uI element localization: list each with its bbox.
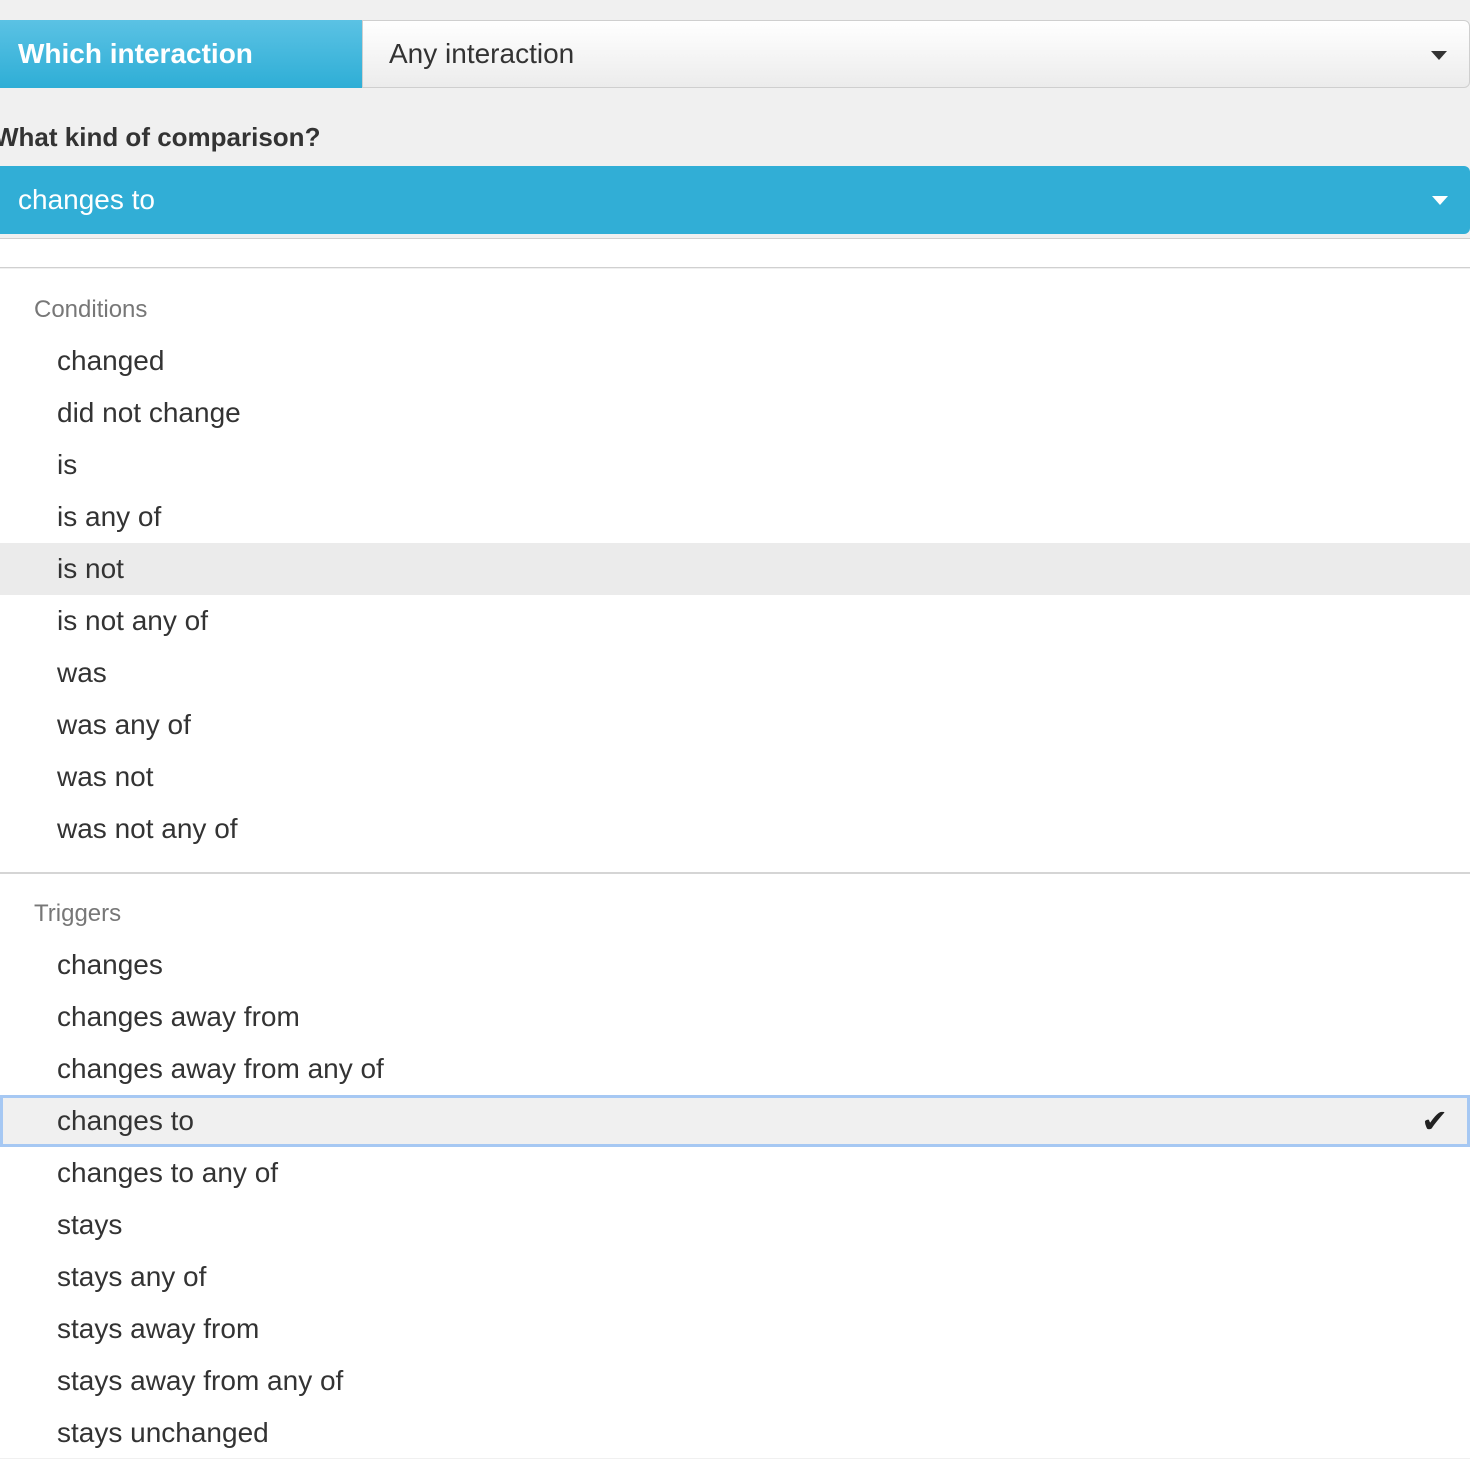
option-changes-to-any-of[interactable]: changes to any of [0, 1147, 1470, 1199]
interaction-select[interactable]: Any interaction [362, 20, 1470, 88]
comparison-heading: What kind of comparison? [0, 122, 321, 152]
option-changes-away-from-any-of[interactable]: changes away from any of [0, 1043, 1470, 1095]
dropdown-search-strip[interactable] [0, 238, 1470, 268]
option-did-not-change[interactable]: did not change [0, 387, 1470, 439]
option-stays-any-of[interactable]: stays any of [0, 1251, 1470, 1303]
comparison-select-value: changes to [18, 184, 155, 215]
group-divider [0, 872, 1470, 874]
option-changes[interactable]: changes [0, 939, 1470, 991]
group-header-conditions: Conditions [34, 296, 148, 323]
check-icon: ✔ [1421, 1103, 1448, 1139]
option-is-any-of[interactable]: is any of [0, 491, 1470, 543]
option-was[interactable]: was [0, 647, 1470, 699]
interaction-select-value: Any interaction [389, 38, 575, 69]
option-was-any-of[interactable]: was any of [0, 699, 1470, 751]
option-is-not-any-of[interactable]: is not any of [0, 595, 1470, 647]
option-is[interactable]: is [0, 439, 1470, 491]
option-stays-away-from-any-of[interactable]: stays away from any of [0, 1355, 1470, 1407]
option-is-not[interactable]: is not [0, 543, 1470, 595]
option-stays[interactable]: stays [0, 1199, 1470, 1251]
comparison-select[interactable]: changes to [0, 166, 1470, 234]
which-interaction-label: Which interaction [0, 20, 362, 88]
option-changes-away-from[interactable]: changes away from [0, 991, 1470, 1043]
group-header-triggers: Triggers [34, 900, 122, 927]
option-stays-away-from[interactable]: stays away from [0, 1303, 1470, 1355]
comparison-dropdown-menu: Conditions changed did not change is is … [0, 269, 1470, 1458]
option-changes-to[interactable]: changes to ✔ [0, 1095, 1470, 1147]
option-changed[interactable]: changed [0, 335, 1470, 387]
interaction-row: Which interaction Any interaction [0, 20, 1470, 88]
caret-down-icon [1432, 196, 1448, 205]
caret-down-icon [1431, 51, 1447, 60]
option-was-not[interactable]: was not [0, 751, 1470, 803]
option-stays-unchanged[interactable]: stays unchanged [0, 1407, 1470, 1459]
option-changes-to-label: changes to [57, 1105, 194, 1136]
option-was-not-any-of[interactable]: was not any of [0, 803, 1470, 855]
